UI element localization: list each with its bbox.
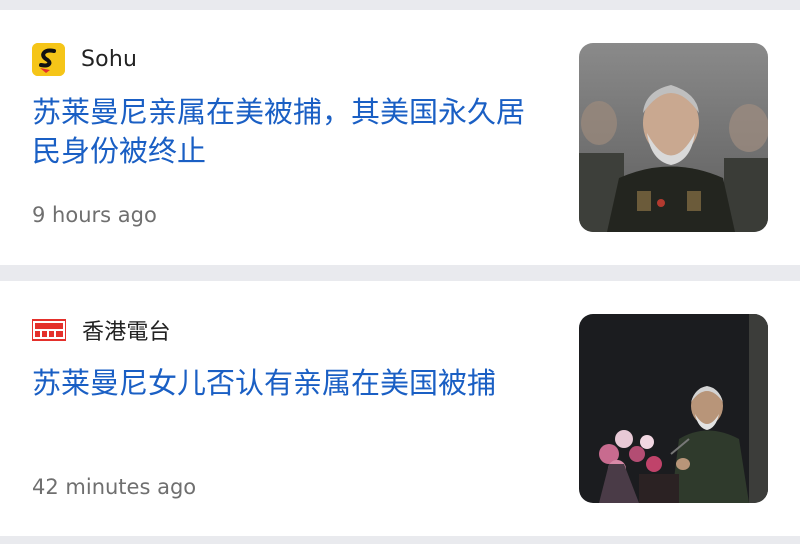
- article-headline[interactable]: 苏莱曼尼女儿否认有亲属在美国被捕: [32, 364, 542, 403]
- news-card[interactable]: 香港電台 苏莱曼尼女儿否认有亲属在美国被捕 42 minutes ago: [0, 281, 800, 536]
- source-name: 香港電台: [82, 320, 171, 345]
- rthk-logo-icon: [32, 317, 66, 343]
- article-timestamp: 42 minutes ago: [32, 475, 197, 499]
- source-row: Sohu: [32, 42, 137, 76]
- sohu-logo-icon: [32, 42, 65, 76]
- speaker-at-podium-image: [579, 314, 768, 503]
- article-thumbnail[interactable]: [579, 314, 768, 503]
- article-headline[interactable]: 苏莱曼尼亲属在美被捕，其美国永久居民身份被终止: [32, 93, 542, 171]
- soleimani-portrait-image: [579, 43, 768, 232]
- source-row: 香港電台: [32, 313, 171, 347]
- article-timestamp: 9 hours ago: [32, 203, 157, 227]
- source-name: Sohu: [81, 46, 138, 72]
- article-thumbnail[interactable]: [579, 43, 768, 232]
- news-card[interactable]: Sohu 苏莱曼尼亲属在美被捕，其美国永久居民身份被终止 9 hours ago: [0, 10, 800, 265]
